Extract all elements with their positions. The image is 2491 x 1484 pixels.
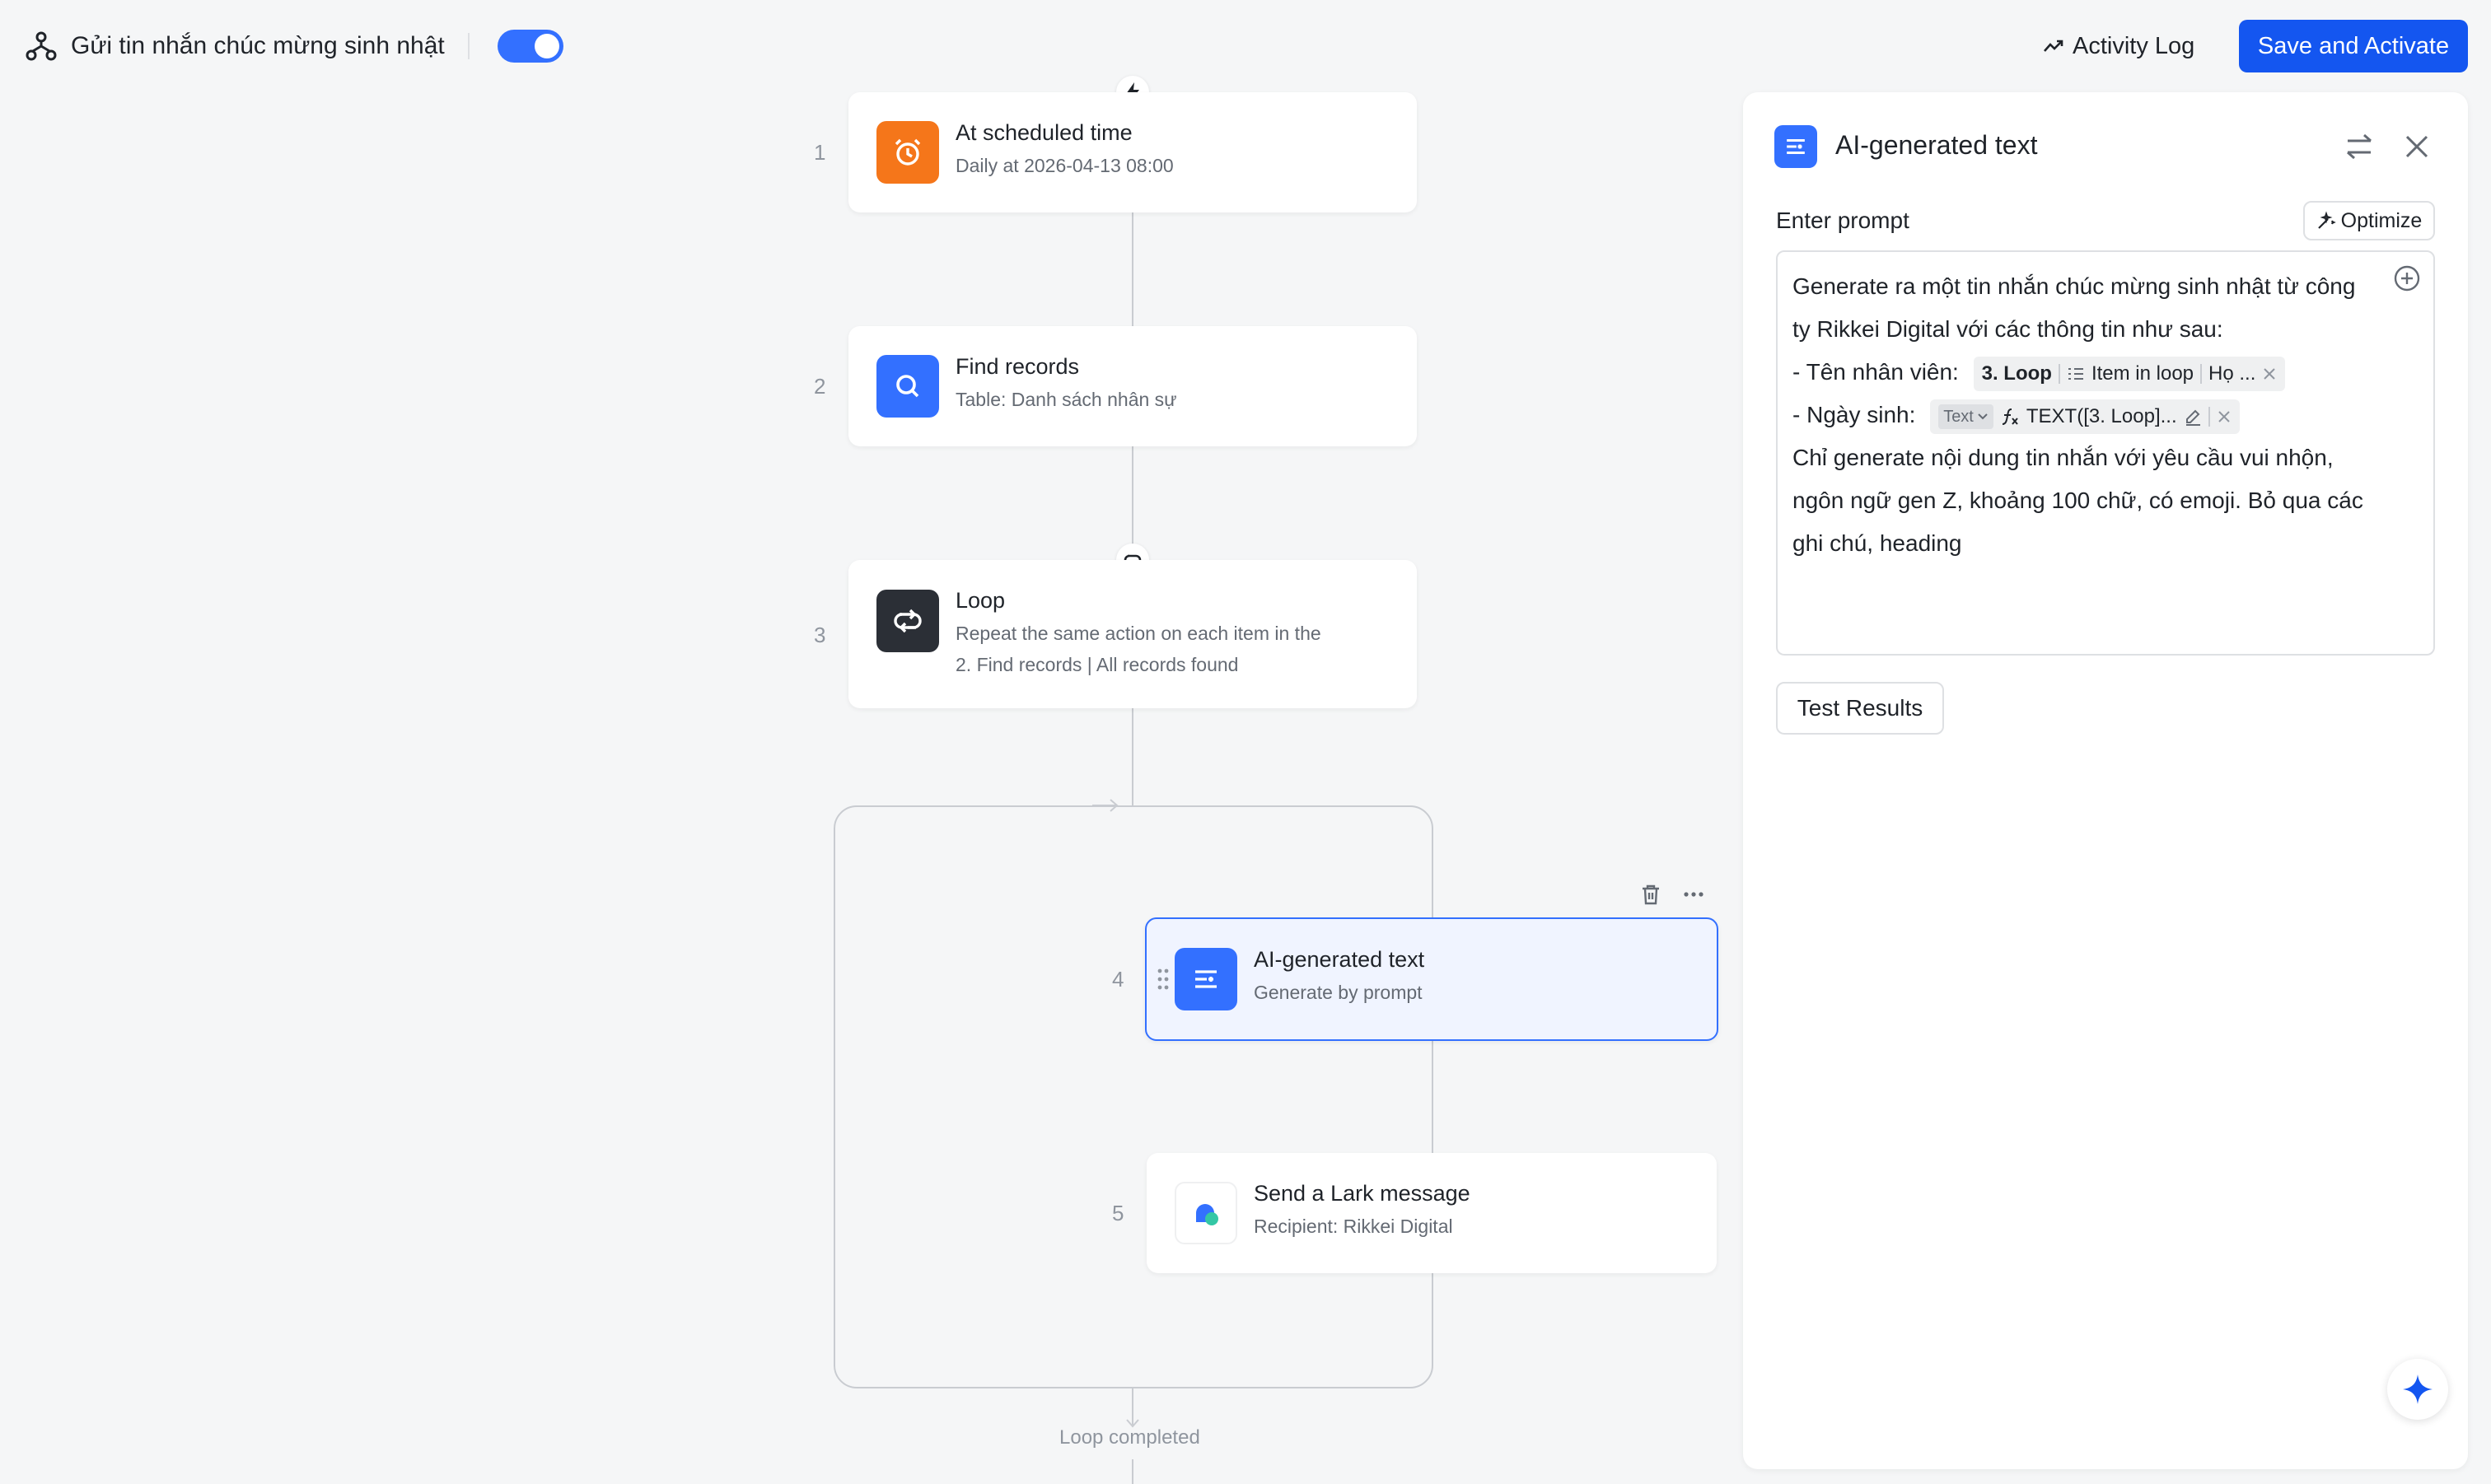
step-card-loop[interactable]: Loop Repeat the same action on each item… — [848, 560, 1417, 708]
close-icon[interactable] — [2399, 128, 2435, 165]
prompt-line: Generate ra một tin nhắn chúc mừng sinh … — [1792, 273, 2356, 299]
trash-icon[interactable] — [1639, 883, 1662, 906]
swap-icon[interactable] — [2341, 128, 2377, 165]
activity-log-button[interactable]: Activity Log — [2043, 30, 2194, 63]
ai-text-icon — [1175, 948, 1237, 1010]
step-subtitle: Generate by prompt — [1254, 982, 1423, 1003]
step-title: Send a Lark message — [1254, 1181, 1470, 1206]
add-variable-icon[interactable] — [2392, 264, 2422, 293]
activity-log-label: Activity Log — [2073, 32, 2195, 59]
prompt-line-prefix: - Ngày sinh: — [1792, 402, 1916, 427]
search-icon — [876, 355, 939, 418]
step-subtitle-line2: 2. Find records | All records found — [956, 654, 1239, 675]
loop-icon — [876, 590, 939, 652]
token-separator — [2058, 363, 2060, 384]
type-badge[interactable]: Text — [1938, 404, 1993, 429]
edit-icon[interactable] — [2184, 408, 2202, 426]
step-subtitle: Recipient: Rikkei Digital — [1254, 1216, 1453, 1237]
prompt-label: Enter prompt — [1776, 208, 1909, 233]
token-separator — [2200, 363, 2203, 384]
arrow-right-icon — [1092, 799, 1119, 812]
step-number: 4 — [1112, 967, 1124, 992]
chevron-down-icon — [1978, 413, 1988, 420]
formula-icon — [2002, 408, 2018, 425]
step-title: Loop — [956, 588, 1006, 613]
lark-message-icon — [1175, 1182, 1237, 1244]
step-card-scheduled-trigger[interactable]: At scheduled time Daily at 2026-04-13 08… — [848, 92, 1417, 212]
optimize-button[interactable]: Optimize — [2303, 201, 2435, 240]
step-number: 2 — [814, 374, 826, 399]
node-toolbar — [1639, 883, 1705, 906]
step-subtitle: Table: Danh sách nhân sự — [956, 389, 1177, 410]
prompt-line: - Ngày sinh: Text TEXT([3. Loop]... — [1792, 394, 2419, 436]
prompt-editor[interactable]: Generate ra một tin nhắn chúc mừng sinh … — [1776, 250, 2435, 656]
prompt-line: - Tên nhân viên: 3. Loop Item in loop Họ… — [1792, 351, 2419, 394]
step-subtitle: Repeat the same action on each item in t… — [956, 623, 1321, 644]
prompt-line: ty Rikkei Digital với các thông tin như … — [1792, 316, 2223, 342]
workflow-canvas[interactable]: 1 At scheduled time Daily at 2026-04-13 … — [0, 0, 1730, 1484]
step-number: 5 — [1112, 1201, 1124, 1225]
alarm-clock-icon — [876, 121, 939, 184]
token-formula: TEXT([3. Loop]... — [2026, 404, 2177, 427]
close-icon[interactable] — [2217, 409, 2232, 424]
prompt-line: Chỉ generate nội dung tin nhắn với yêu c… — [1792, 445, 2334, 470]
prompt-line-prefix: - Tên nhân viên: — [1792, 359, 1959, 385]
node-config-panel: AI-generated text Enter prompt Optimize … — [1743, 92, 2468, 1469]
connector-line — [1132, 211, 1133, 328]
connector-line — [1132, 708, 1133, 805]
list-icon — [2068, 367, 2083, 380]
prompt-line: ghi chú, heading — [1792, 530, 1962, 556]
step-title: At scheduled time — [956, 120, 1133, 145]
type-badge-label: Text — [1943, 407, 1974, 426]
step-card-find-records[interactable]: Find records Table: Danh sách nhân sự — [848, 326, 1417, 446]
test-results-button[interactable]: Test Results — [1776, 682, 1944, 735]
close-icon[interactable] — [2262, 366, 2277, 381]
token-field: Họ ... — [2208, 362, 2256, 385]
magic-wand-icon — [2317, 211, 2336, 229]
sparkle-icon — [2403, 1374, 2433, 1404]
token-source: 3. Loop — [1981, 362, 2052, 385]
panel-title: AI-generated text — [1835, 130, 2038, 160]
step-card-ai-generated-text[interactable]: AI-generated text Generate by prompt — [1145, 917, 1718, 1041]
more-icon[interactable] — [1682, 883, 1705, 906]
step-title: Find records — [956, 354, 1080, 379]
variable-token-employee-name[interactable]: 3. Loop Item in loop Họ ... — [1973, 356, 2286, 391]
step-number: 3 — [814, 623, 826, 647]
step-card-send-lark-message[interactable]: Send a Lark message Recipient: Rikkei Di… — [1147, 1153, 1717, 1273]
trend-icon — [2044, 40, 2063, 52]
ai-text-icon — [1774, 125, 1817, 168]
step-number: 1 — [814, 140, 826, 165]
connector-line — [1132, 1459, 1133, 1484]
loop-container — [834, 805, 1433, 1388]
drag-handle-icon[interactable] — [1157, 967, 1170, 992]
loop-completed-label: Loop completed — [1059, 1426, 1200, 1449]
token-item: Item in loop — [2091, 362, 2194, 385]
save-and-activate-button[interactable]: Save and Activate — [2239, 20, 2468, 72]
prompt-line: ngôn ngữ gen Z, khoảng 100 chữ, có emoji… — [1792, 488, 2363, 513]
step-title: AI-generated text — [1254, 947, 1425, 972]
token-separator — [2208, 406, 2210, 427]
optimize-label: Optimize — [2340, 208, 2423, 232]
ai-assistant-button[interactable] — [2387, 1359, 2448, 1420]
variable-token-birthday[interactable]: Text TEXT([3. Loop]... — [1930, 399, 2240, 434]
step-subtitle: Daily at 2026-04-13 08:00 — [956, 155, 1174, 176]
